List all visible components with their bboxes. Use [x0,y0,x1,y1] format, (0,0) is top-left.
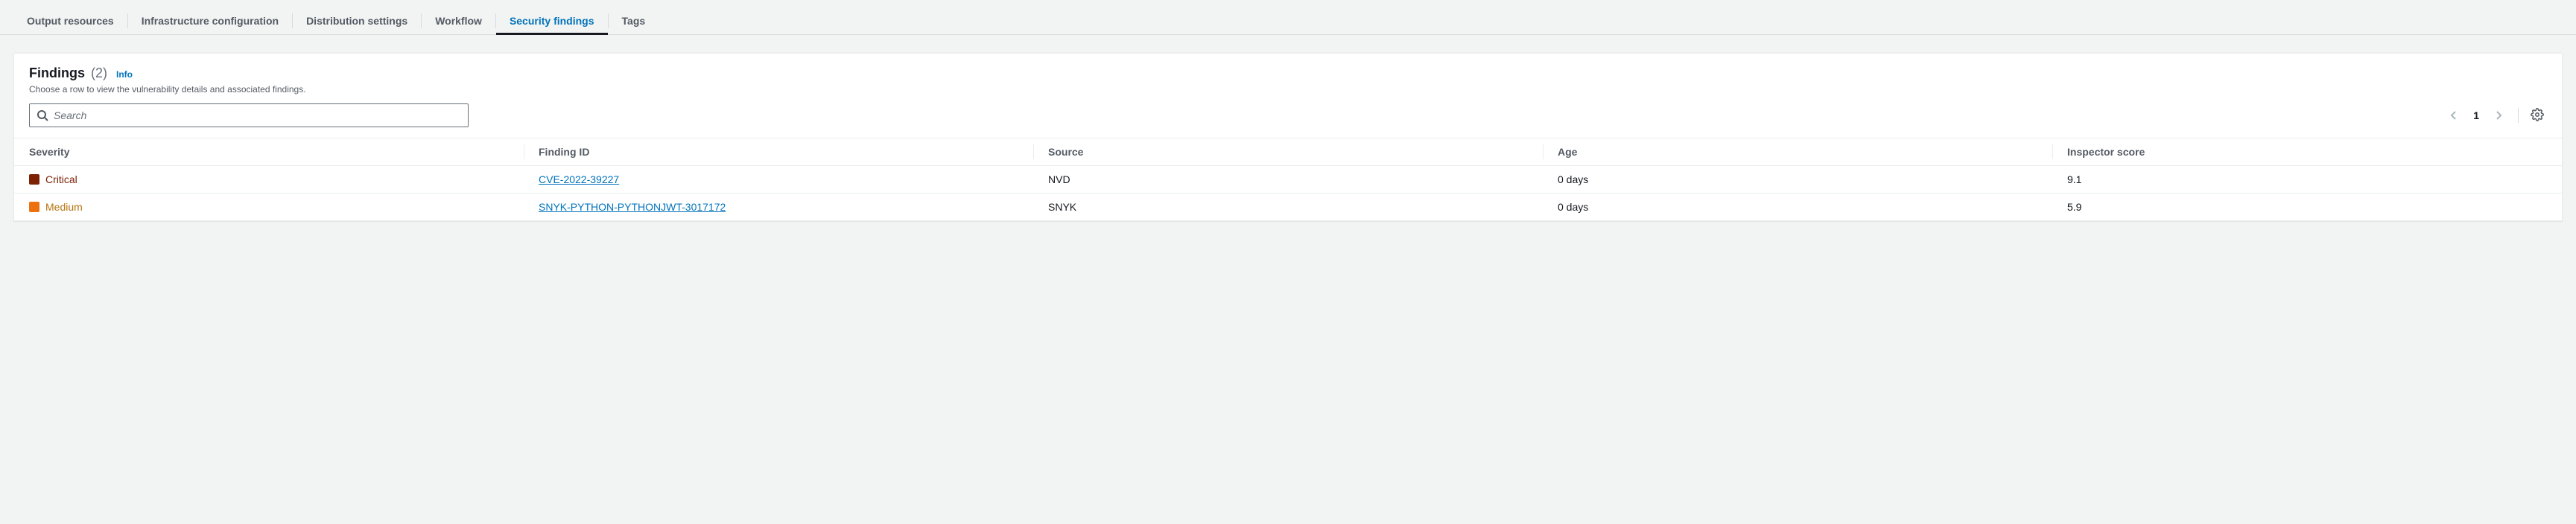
pagination-group: 1 [2443,105,2547,127]
search-wrapper [29,103,469,127]
source-cell: SNYK [1033,194,1543,221]
age-cell: 0 days [1543,166,2052,194]
column-header-severity[interactable]: Severity [14,138,524,166]
controls-row: 1 [14,103,2562,138]
severity-label: Critical [45,173,77,185]
tabs-bar: Output resources Infrastructure configur… [0,0,2576,35]
table-header-row: Severity Finding ID Source Age Inspector… [14,138,2562,166]
pagination-divider [2518,108,2519,123]
severity-critical-icon [29,174,39,185]
source-cell: NVD [1033,166,1543,194]
finding-id-link[interactable]: CVE-2022-39227 [539,173,619,185]
severity-label: Medium [45,201,83,213]
findings-title: Findings [29,66,85,81]
settings-button[interactable] [2528,105,2547,127]
severity-cell: Medium [29,201,509,213]
gear-icon [2531,108,2544,121]
tab-workflow[interactable]: Workflow [422,7,495,34]
column-header-inspector-score[interactable]: Inspector score [2052,138,2562,166]
table-row[interactable]: Critical CVE-2022-39227 NVD 0 days 9.1 [14,166,2562,194]
chevron-right-icon [2495,110,2502,121]
column-header-finding-id[interactable]: Finding ID [524,138,1033,166]
tab-infrastructure-configuration[interactable]: Infrastructure configuration [128,7,292,34]
tab-distribution-settings[interactable]: Distribution settings [293,7,421,34]
findings-panel: Findings (2) Info Choose a row to view t… [13,53,2563,221]
page-number: 1 [2467,109,2485,121]
search-input[interactable] [29,103,469,127]
column-header-source[interactable]: Source [1033,138,1543,166]
column-header-age[interactable]: Age [1543,138,2052,166]
tab-tags[interactable]: Tags [609,7,659,34]
severity-cell: Critical [29,173,509,185]
inspector-score-cell: 5.9 [2052,194,2562,221]
finding-id-link[interactable]: SNYK-PYTHON-PYTHONJWT-3017172 [539,201,726,213]
findings-subtitle: Choose a row to view the vulnerability d… [29,84,2547,95]
panel-header: Findings (2) Info Choose a row to view t… [14,54,2562,103]
age-cell: 0 days [1543,194,2052,221]
findings-count: (2) [91,66,107,81]
chevron-left-icon [2450,110,2458,121]
findings-table: Severity Finding ID Source Age Inspector… [14,138,2562,220]
severity-medium-icon [29,202,39,212]
previous-page-button[interactable] [2443,105,2464,126]
next-page-button[interactable] [2488,105,2509,126]
tab-output-resources[interactable]: Output resources [13,7,127,34]
inspector-score-cell: 9.1 [2052,166,2562,194]
tab-security-findings[interactable]: Security findings [496,7,608,34]
info-link[interactable]: Info [116,69,133,80]
table-row[interactable]: Medium SNYK-PYTHON-PYTHONJWT-3017172 SNY… [14,194,2562,221]
search-icon [37,109,48,121]
